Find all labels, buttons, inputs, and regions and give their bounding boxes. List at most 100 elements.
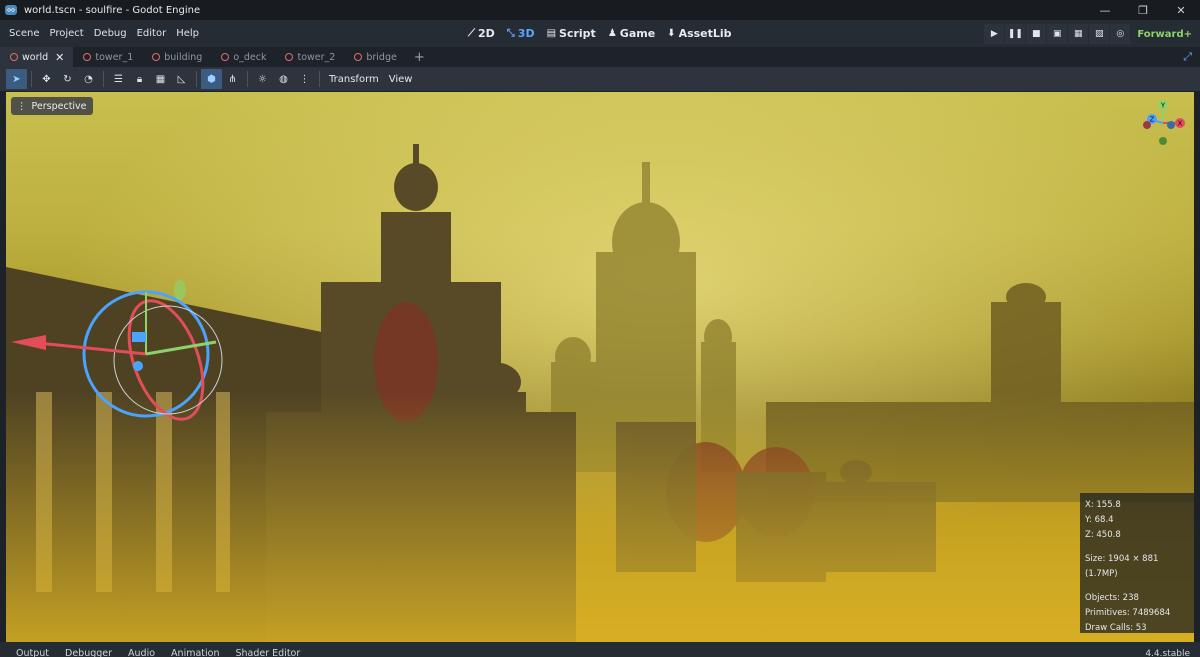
ruler-icon: ◺: [177, 73, 186, 85]
environment-preview-button[interactable]: ◍: [273, 69, 294, 89]
more-options-button[interactable]: ⋮: [294, 69, 315, 89]
play-scene-button[interactable]: ▦: [1068, 24, 1089, 44]
workspace-script-label: Script: [559, 27, 596, 40]
scene-tab-tower-2[interactable]: tower_2: [275, 47, 344, 67]
pause-button[interactable]: ❚❚: [1005, 24, 1026, 44]
bottom-tab-output[interactable]: Output: [8, 642, 57, 657]
stat-primitives: Primitives: 7489684: [1085, 608, 1171, 618]
restore-icon: ❐: [1138, 3, 1148, 17]
scene-render: [6, 92, 1194, 642]
scene-tab-o-deck[interactable]: o_deck: [211, 47, 275, 67]
stat-draw-calls: Draw Calls: 53: [1085, 623, 1147, 633]
menu-editor[interactable]: Editor: [132, 28, 172, 39]
ruler-button[interactable]: ◺: [171, 69, 192, 89]
play-icon: ▶: [990, 29, 998, 39]
menu-project[interactable]: Project: [45, 28, 89, 39]
bottom-tab-audio[interactable]: Audio: [120, 642, 163, 657]
view-axis-gizmo[interactable]: Y X Z: [1138, 98, 1188, 148]
remote-icon: ▣: [1053, 29, 1062, 39]
workspace-script-button[interactable]: ▤ Script: [547, 27, 596, 40]
scale-icon: ◔: [84, 73, 93, 85]
x-axis-label: X: [1178, 120, 1183, 128]
view-menu[interactable]: View: [384, 74, 418, 85]
play-button[interactable]: ▶: [984, 24, 1005, 44]
bottom-tab-animation[interactable]: Animation: [163, 642, 227, 657]
menu-help[interactable]: Help: [171, 28, 204, 39]
scene-dot-icon: [10, 53, 18, 61]
menu-debug[interactable]: Debug: [89, 28, 132, 39]
scene-tab-label: tower_2: [297, 51, 336, 63]
y-axis-label: Y: [1160, 102, 1166, 110]
perspective-menu-button[interactable]: ⋮ Perspective: [11, 97, 93, 115]
scene-tab-label: tower_1: [95, 51, 134, 63]
workspace-assetlib-label: AssetLib: [678, 27, 732, 40]
distraction-free-button[interactable]: ⤢: [1183, 50, 1192, 64]
cursor-icon: ➤: [12, 73, 21, 85]
toolbar-separator: [31, 71, 32, 87]
play-custom-scene-button[interactable]: ▧: [1089, 24, 1110, 44]
group-button[interactable]: ▦: [150, 69, 171, 89]
scene-dot-icon: [152, 53, 161, 61]
scene-tab-tower-1[interactable]: tower_1: [73, 47, 142, 67]
remote-debug-button[interactable]: ▣: [1047, 24, 1068, 44]
stats-gap: [1085, 543, 1189, 552]
add-scene-tab-button[interactable]: +: [406, 47, 433, 67]
move-mode-button[interactable]: ✥: [36, 69, 57, 89]
scene-tab-bridge[interactable]: bridge: [344, 47, 405, 67]
sun-preview-button[interactable]: ☼: [252, 69, 273, 89]
sun-icon: ☼: [258, 73, 267, 85]
close-tab-icon[interactable]: ✕: [55, 51, 64, 64]
workspace-3d-button[interactable]: ⤡ 3D: [507, 27, 535, 40]
clapper-icon: ▦: [1074, 29, 1083, 39]
scene-dot-icon: [221, 53, 230, 61]
local-space-button[interactable]: ⬢: [201, 69, 222, 89]
workspace-2d-button[interactable]: ⟋ 2D: [468, 27, 495, 40]
scene-tab-label: o_deck: [233, 51, 267, 63]
window-controls: — ❐ ✕: [1086, 0, 1200, 20]
movie-icon: ◎: [1116, 29, 1125, 39]
workspace-assetlib-button[interactable]: ⬇ AssetLib: [667, 27, 731, 40]
snap-button[interactable]: ⋔: [222, 69, 243, 89]
close-window-button[interactable]: ✕: [1162, 0, 1200, 20]
transform-menu[interactable]: Transform: [324, 74, 384, 85]
window-title: world.tscn - soulfire - Godot Engine: [24, 4, 201, 16]
magnet-icon: ⋔: [228, 73, 237, 85]
renderer-selector[interactable]: Forward+: [1137, 29, 1192, 40]
minimize-button[interactable]: —: [1086, 0, 1124, 20]
menu-bar: Scene Project Debug Editor Help ⟋ 2D ⤡ 3…: [0, 20, 1200, 47]
kebab-icon: ⋮: [17, 100, 27, 112]
list-select-button[interactable]: ☰: [108, 69, 129, 89]
toolbar-separator: [103, 71, 104, 87]
stat-y: Y: 68.4: [1085, 515, 1114, 525]
maximize-button[interactable]: ❐: [1124, 0, 1162, 20]
bottom-tab-debugger[interactable]: Debugger: [57, 642, 120, 657]
3d-icon: ⤡: [506, 28, 515, 39]
scene-tab-label: bridge: [366, 51, 397, 63]
rotate-mode-button[interactable]: ↻: [57, 69, 78, 89]
select-mode-button[interactable]: ➤: [6, 69, 27, 89]
workspace-2d-label: 2D: [478, 27, 495, 40]
scene-tab-label: building: [164, 51, 203, 63]
movie-maker-button[interactable]: ◎: [1110, 24, 1131, 44]
neg-z-axis-handle: [1167, 121, 1175, 129]
scene-dot-icon: [354, 53, 363, 61]
rotate-icon: ↻: [63, 73, 72, 85]
scene-tab-world[interactable]: world ✕: [0, 47, 74, 67]
run-controls: ▶ ❚❚ ■ ▣ ▦ ▧ ◎ Forward+: [984, 24, 1192, 44]
workspace-switcher: ⟋ 2D ⤡ 3D ▤ Script ♟ Game ⬇ AssetLib: [468, 20, 732, 47]
viewport-stats-panel: X: 155.8 Y: 68.4 Z: 450.8 Size: 1904 × 8…: [1080, 493, 1194, 633]
scene-tab-building[interactable]: building: [142, 47, 211, 67]
scale-mode-button[interactable]: ◔: [78, 69, 99, 89]
stat-z: Z: 450.8: [1085, 530, 1121, 540]
toolbar-separator: [319, 71, 320, 87]
workspace-game-button[interactable]: ♟ Game: [608, 27, 655, 40]
plus-icon: +: [413, 49, 425, 65]
bottom-tab-shader-editor[interactable]: Shader Editor: [227, 642, 308, 657]
perspective-label: Perspective: [31, 100, 87, 112]
stop-button[interactable]: ■: [1026, 24, 1047, 44]
lock-button[interactable]: 🔒︎: [129, 69, 150, 89]
3d-viewport[interactable]: ⋮ Perspective Y X Z X: 155.8 Y: 68.4 Z: …: [6, 92, 1194, 642]
toolbar-separator: [196, 71, 197, 87]
menu-scene[interactable]: Scene: [4, 28, 45, 39]
neg-y-axis-handle: [1159, 137, 1167, 145]
